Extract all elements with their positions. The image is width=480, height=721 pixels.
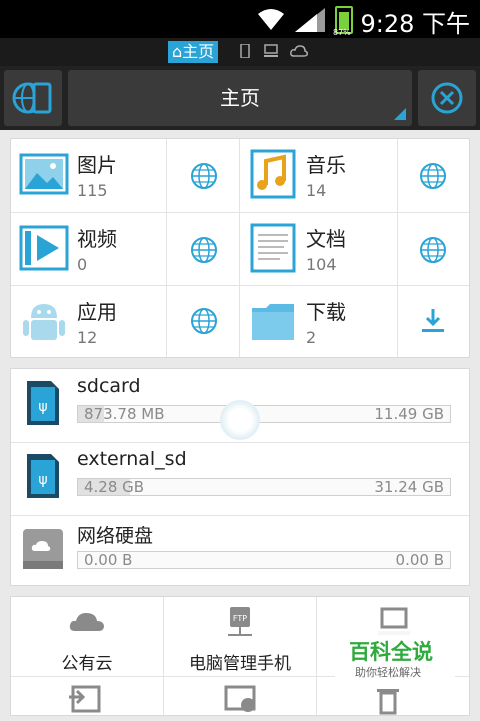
cloud-icon bbox=[69, 613, 104, 631]
wifi-icon bbox=[258, 9, 284, 30]
category-documents[interactable]: 文档 104 bbox=[240, 213, 398, 286]
net-disk-icon bbox=[23, 529, 63, 569]
storage-used: 4.28 GB bbox=[84, 478, 145, 496]
category-name: 应用 bbox=[77, 300, 117, 324]
storage-name: 网络硬盘 bbox=[77, 525, 154, 547]
apps-network-button[interactable] bbox=[167, 286, 240, 357]
path-home[interactable]: ⌂主页 bbox=[168, 41, 219, 63]
svg-text:ψ: ψ bbox=[38, 399, 47, 415]
category-name: 文档 bbox=[306, 227, 346, 251]
category-video[interactable]: 视频 0 bbox=[11, 213, 167, 286]
cloud-icon[interactable] bbox=[290, 44, 308, 58]
app-manager-icon bbox=[224, 685, 256, 712]
storage-total: 11.49 GB bbox=[374, 405, 444, 423]
music-icon bbox=[250, 149, 296, 199]
app-manager-button[interactable] bbox=[164, 677, 317, 717]
category-name: 下载 bbox=[306, 300, 346, 324]
pc-manage-phone-button[interactable]: FTP 电脑管理手机 bbox=[164, 597, 317, 677]
image-icon bbox=[19, 153, 69, 195]
storage-usage-bar: 4.28 GB 31.24 GB bbox=[77, 478, 451, 496]
sdcard-icon: ψ bbox=[27, 454, 59, 498]
storage-used: 0.00 B bbox=[84, 551, 133, 569]
globe-phone-icon bbox=[12, 82, 52, 114]
storage-row-external-sd[interactable]: ψ external_sd 4.28 GB 31.24 GB bbox=[11, 442, 469, 516]
video-network-button[interactable] bbox=[167, 213, 240, 286]
category-images[interactable]: 图片 115 bbox=[11, 139, 167, 213]
category-count: 104 bbox=[306, 255, 337, 274]
storage-usage-bar: 0.00 B 0.00 B bbox=[77, 551, 451, 569]
category-music[interactable]: 音乐 14 bbox=[240, 139, 398, 213]
music-network-button[interactable] bbox=[398, 139, 469, 213]
loading-spinner bbox=[220, 400, 260, 440]
globe-icon bbox=[420, 163, 446, 189]
path-bar: ⌂主页 bbox=[0, 38, 480, 66]
svg-text:FTP: FTP bbox=[233, 614, 247, 623]
storage-name: sdcard bbox=[77, 375, 141, 397]
category-count: 14 bbox=[306, 181, 327, 200]
storage-row-net-disk[interactable]: 网络硬盘 0.00 B 0.00 B bbox=[11, 515, 469, 588]
category-count: 12 bbox=[77, 328, 98, 347]
category-downloads[interactable]: 下载 2 bbox=[240, 286, 398, 357]
globe-icon bbox=[191, 308, 217, 334]
category-count: 115 bbox=[77, 181, 108, 200]
download-icon bbox=[422, 309, 444, 332]
svg-text:ψ: ψ bbox=[38, 472, 47, 488]
tool-label: 电脑管理手机 bbox=[189, 654, 291, 674]
documents-network-button[interactable] bbox=[398, 213, 469, 286]
category-name: 音乐 bbox=[306, 153, 346, 177]
window-title-dropdown[interactable]: 主页 bbox=[68, 70, 412, 126]
tool-label: 公有云 bbox=[61, 654, 113, 674]
storage-name: external_sd bbox=[77, 448, 187, 470]
globe-icon bbox=[420, 237, 446, 263]
storage-total: 0.00 B bbox=[395, 551, 444, 569]
phone-icon[interactable] bbox=[238, 44, 252, 58]
clock: 9:28 下午 bbox=[360, 10, 470, 38]
watermark-logo: 百科全说 助你轻松解决 bbox=[335, 630, 455, 684]
category-grid: 图片 115 音乐 14 视频 0 文档 104 应用 12 下载 2 bbox=[10, 138, 470, 358]
public-cloud-button[interactable]: 公有云 bbox=[11, 597, 164, 677]
images-network-button[interactable] bbox=[167, 139, 240, 213]
signal-icon bbox=[295, 8, 325, 32]
category-apps[interactable]: 应用 12 bbox=[11, 286, 167, 357]
category-name: 图片 bbox=[77, 153, 117, 177]
storage-usage-bar: 873.78 MB 11.49 GB bbox=[77, 405, 451, 423]
transfer-icon bbox=[69, 685, 101, 713]
transfer-button[interactable] bbox=[11, 677, 164, 717]
storage-used: 873.78 MB bbox=[84, 405, 165, 423]
network-view-button[interactable] bbox=[4, 70, 62, 126]
watermark-title: 百科全说 bbox=[349, 640, 433, 664]
globe-icon bbox=[191, 237, 217, 263]
dropdown-indicator-icon bbox=[394, 108, 406, 120]
storage-total: 31.24 GB bbox=[374, 478, 444, 496]
download-button[interactable] bbox=[398, 286, 469, 357]
document-icon bbox=[250, 223, 296, 273]
close-icon bbox=[431, 82, 463, 114]
category-name: 视频 bbox=[77, 227, 117, 251]
computer-icon[interactable] bbox=[264, 44, 278, 58]
globe-icon bbox=[191, 163, 217, 189]
category-count: 2 bbox=[306, 328, 317, 347]
folder-icon bbox=[252, 304, 294, 340]
toolbar: 主页 bbox=[0, 66, 480, 130]
android-icon bbox=[23, 304, 65, 340]
watermark-subtitle: 助你轻松解决 bbox=[355, 666, 421, 679]
category-count: 0 bbox=[77, 255, 88, 274]
close-window-button[interactable] bbox=[418, 70, 476, 126]
page-title: 主页 bbox=[220, 86, 260, 110]
video-icon bbox=[19, 225, 69, 271]
battery-percent: 87% bbox=[333, 28, 351, 37]
status-bar: 87% 9:28 下午 bbox=[0, 0, 480, 38]
ftp-icon: FTP bbox=[228, 607, 252, 636]
sdcard-icon: ψ bbox=[27, 381, 59, 425]
